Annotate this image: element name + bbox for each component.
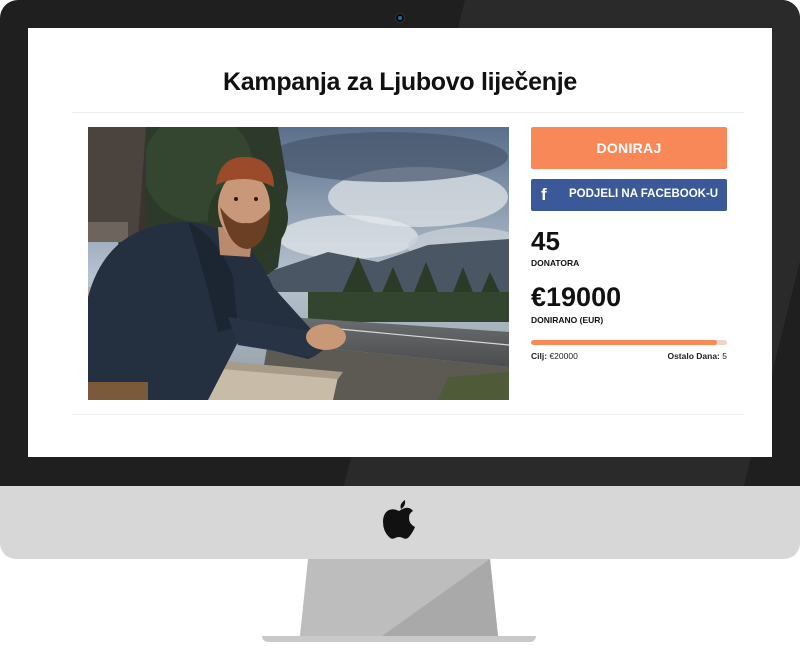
apple-logo-icon [382, 498, 416, 540]
funding-progress-fill [531, 340, 718, 345]
donation-panel: DONIRAJ f PODJELI NA FACEBOOK-U 45 DONAT… [531, 127, 727, 361]
donated-label: DONIRANO (EUR) [531, 315, 604, 325]
title-divider [72, 112, 744, 113]
donated-amount: €19000 [531, 282, 622, 312]
monitor-stand [262, 559, 536, 639]
days-left-label: Ostalo Dana: [667, 351, 720, 361]
goal-label: Cilj: [531, 351, 548, 361]
campaign-photo [88, 127, 509, 400]
days-left-value: 5 [722, 351, 727, 361]
goal-value: €20000 [549, 351, 578, 361]
bottom-divider [72, 414, 744, 415]
days-left-info: Ostalo Dana: 5 [667, 351, 727, 361]
share-facebook-button[interactable]: f PODJELI NA FACEBOOK-U [531, 179, 727, 211]
donate-button[interactable]: DONIRAJ [531, 127, 727, 169]
goal-info: Cilj: €20000 [531, 351, 578, 361]
page-title: Kampanja za Ljubovo liječenje [223, 68, 577, 96]
funding-progress-bar [531, 340, 727, 345]
donors-label: DONATORA [531, 258, 580, 268]
share-facebook-label: PODJELI NA FACEBOOK-U [569, 188, 719, 200]
stand-base [262, 636, 536, 642]
donors-count: 45 [531, 226, 560, 256]
facebook-icon: f [541, 185, 547, 204]
monitor-bezel: Kampanja za Ljubovo liječenje DONIRAJ f … [0, 0, 800, 486]
screen: Kampanja za Ljubovo liječenje DONIRAJ f … [28, 28, 772, 457]
webcam-icon [395, 13, 405, 23]
